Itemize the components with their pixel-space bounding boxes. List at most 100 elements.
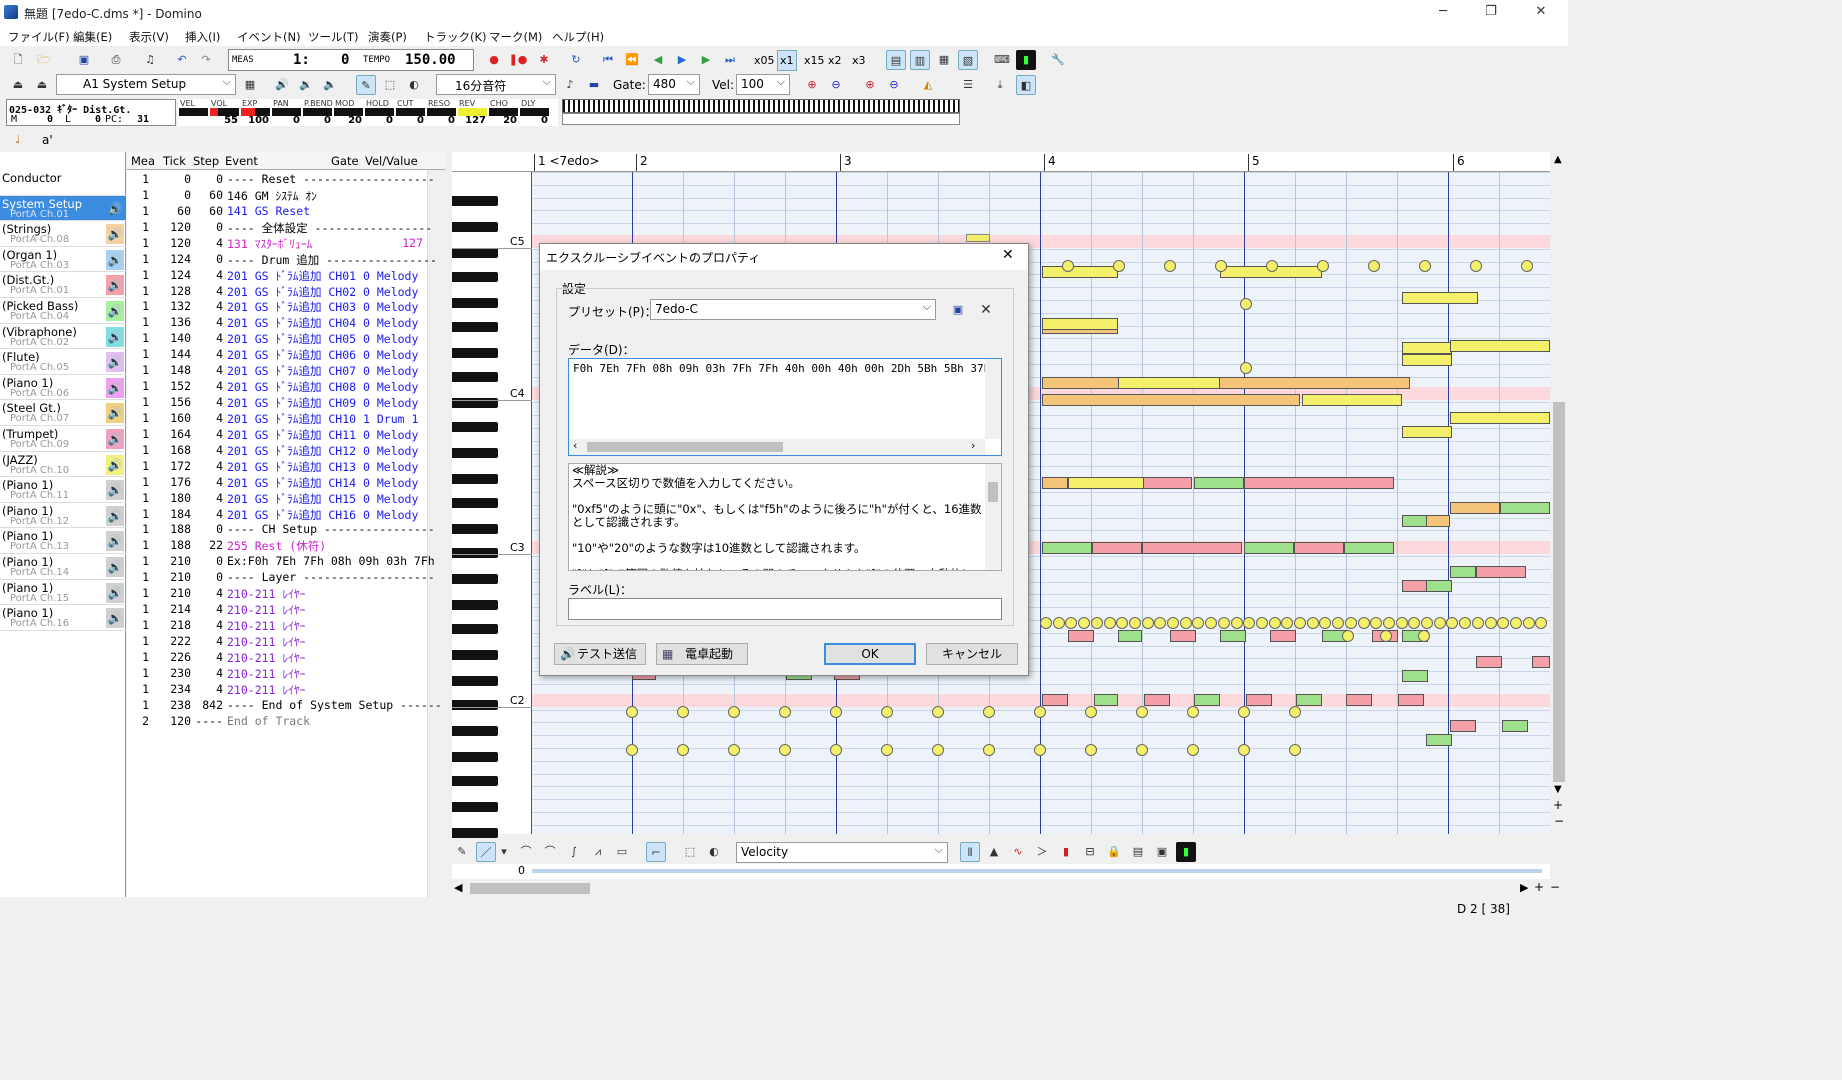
dialog-close-icon[interactable]: ✕: [1002, 247, 1014, 263]
midi-note[interactable]: [1246, 694, 1272, 706]
drum-hit[interactable]: [932, 706, 944, 718]
drum-hit[interactable]: [1289, 706, 1301, 718]
rewind-start-icon[interactable]: ⏮: [598, 50, 618, 70]
preset-save-icon[interactable]: ▣: [948, 300, 968, 320]
event-row[interactable]: 1 238 842 ---- End of System Setup ------: [127, 697, 442, 713]
triplet-icon[interactable]: ▬: [584, 75, 604, 95]
track-speaker-icon[interactable]: 🔊: [106, 198, 124, 219]
menu-play[interactable]: 演奏(P): [368, 29, 407, 45]
export-icon[interactable]: ♫: [140, 50, 160, 70]
track-speaker-icon[interactable]: 🔊: [106, 249, 124, 270]
piano-black-key[interactable]: [452, 548, 498, 558]
track-speaker-icon[interactable]: 🔊: [106, 480, 124, 501]
view-event-icon[interactable]: ▥: [910, 50, 930, 70]
drum-hit[interactable]: [1344, 617, 1357, 629]
drum-hit[interactable]: [1268, 617, 1281, 629]
midi-note[interactable]: [1170, 630, 1196, 642]
data-vscroll[interactable]: [985, 359, 1001, 439]
midi-note[interactable]: [1402, 354, 1452, 366]
drum-hit[interactable]: [1085, 706, 1097, 718]
ctrl-line-icon[interactable]: ／: [476, 842, 496, 862]
hscroll-left-icon[interactable]: ◀: [454, 881, 462, 894]
menu-help[interactable]: ヘルプ(H): [552, 29, 604, 45]
event-row[interactable]: 1 180 4 201 GS ﾄﾞﾗﾑ追加 CH15 0 Melody: [127, 490, 427, 506]
ctrl-pencil-icon[interactable]: ✎: [452, 842, 472, 862]
drum-hit[interactable]: [1154, 617, 1167, 629]
drum-hit[interactable]: [1116, 617, 1129, 629]
hscroll-thumb[interactable]: [470, 883, 590, 894]
drum-hit[interactable]: [1128, 617, 1141, 629]
piano-black-key[interactable]: [452, 422, 498, 432]
piano-black-key[interactable]: [452, 372, 498, 382]
minimize-icon[interactable]: ─: [1433, 4, 1453, 19]
event-row[interactable]: 1 214 4 210-211 ﾚｲﾔｰ: [127, 601, 427, 617]
event-row[interactable]: 1 148 4 201 GS ﾄﾞﾗﾑ追加 CH07 0 Melody: [127, 362, 427, 378]
midi-note[interactable]: [1402, 515, 1428, 527]
piano-black-key[interactable]: [452, 700, 498, 710]
speaker-mute-icon[interactable]: 🔉: [296, 75, 316, 95]
drum-hit[interactable]: [1395, 617, 1408, 629]
event-row[interactable]: 1 210 0 Ex:F0h 7Eh 7Fh 08h 09h 03h 7Fh: [127, 553, 435, 569]
drum-hit[interactable]: [1433, 617, 1446, 629]
drum-hit[interactable]: [1408, 617, 1421, 629]
drum-hit[interactable]: [1459, 617, 1472, 629]
vscroll-up-icon[interactable]: ▲: [1554, 154, 1562, 165]
drum-hit[interactable]: [1187, 706, 1199, 718]
col-gate[interactable]: Gate: [331, 154, 359, 168]
event-row[interactable]: 1 144 4 201 GS ﾄﾞﾗﾑ追加 CH06 0 Melody: [127, 346, 427, 362]
speed-x15[interactable]: x15: [804, 54, 825, 67]
midi-note[interactable]: [1302, 394, 1402, 406]
label-input[interactable]: [568, 598, 1002, 620]
midi-note[interactable]: [1402, 342, 1452, 354]
midi-note[interactable]: [1042, 266, 1118, 278]
piano-black-key[interactable]: [452, 828, 498, 838]
vscroll-thumb[interactable]: [1553, 402, 1565, 782]
menu-edit[interactable]: 編集(E): [73, 29, 112, 45]
play-icon[interactable]: ▶: [672, 50, 692, 70]
mark-icon[interactable]: ♩: [8, 130, 28, 150]
track-item[interactable]: System Setup PortA Ch.01 🔊: [0, 195, 126, 222]
midi-note[interactable]: [1402, 670, 1428, 682]
data-hscroll-thumb[interactable]: [587, 442, 783, 452]
menu-insert[interactable]: 挿入(I): [185, 29, 220, 45]
drum-hit[interactable]: [1368, 260, 1380, 272]
drum-hit[interactable]: [1078, 617, 1091, 629]
speaker-solo-icon[interactable]: 🔈: [320, 75, 340, 95]
track-item[interactable]: Conductor: [0, 170, 126, 196]
track-item[interactable]: (Piano 1) PortA Ch.16 🔊: [0, 605, 126, 631]
piano-black-key[interactable]: [452, 348, 498, 358]
track-prop-icon[interactable]: ▦: [240, 75, 260, 95]
speed-x05[interactable]: x05: [754, 54, 775, 67]
ctrl-meter-icon[interactable]: ▮: [1176, 842, 1196, 862]
event-row[interactable]: 1 168 4 201 GS ﾄﾞﾗﾑ追加 CH12 0 Melody: [127, 442, 427, 458]
event-row[interactable]: 1 124 0 ---- Drum 追加 ----------------: [127, 251, 437, 267]
drum-hit[interactable]: [983, 706, 995, 718]
speed-x2[interactable]: x2: [828, 54, 842, 67]
measure-ruler[interactable]: 1 <7edo> 2 3 4 5 6: [452, 152, 1550, 172]
event-row[interactable]: 1 160 4 201 GS ﾄﾞﾗﾑ追加 CH10 1 Drum 1: [127, 410, 427, 426]
col-mea[interactable]: Mea: [131, 154, 155, 168]
col-tick[interactable]: Tick: [163, 154, 186, 168]
piano-black-key[interactable]: [452, 322, 498, 332]
drum-hit[interactable]: [1281, 617, 1294, 629]
drum-hit[interactable]: [1255, 617, 1268, 629]
track-item[interactable]: (Piano 1) PortA Ch.13 🔊: [0, 528, 126, 554]
roll-vscrollbar[interactable]: ▲ ▼ + −: [1550, 152, 1568, 834]
track-item[interactable]: (Trumpet) PortA Ch.09 🔊: [0, 426, 126, 452]
track-speaker-icon[interactable]: 🔊: [106, 454, 124, 475]
drum-hit[interactable]: [881, 706, 893, 718]
track-item[interactable]: (Piano 1) PortA Ch.15 🔊: [0, 580, 126, 606]
vzoom-plus-icon[interactable]: +: [1553, 798, 1563, 812]
vscroll-down-icon[interactable]: ▼: [1554, 784, 1562, 795]
track-speaker-icon[interactable]: 🔊: [106, 582, 124, 603]
piano-black-key[interactable]: [452, 676, 498, 686]
ctrl-line-dropdown-icon[interactable]: ▾: [498, 842, 510, 862]
drum-hit[interactable]: [626, 706, 638, 718]
event-row[interactable]: 1 226 4 210-211 ﾚｲﾔｰ: [127, 649, 427, 665]
menu-mark[interactable]: マーク(M): [489, 29, 542, 45]
midi-note[interactable]: [1344, 542, 1394, 554]
data-hscroll-right-icon[interactable]: ›: [971, 439, 975, 452]
drum-hit[interactable]: [1484, 617, 1497, 629]
midi-note[interactable]: [1220, 630, 1246, 642]
event-row[interactable]: 1 136 4 201 GS ﾄﾞﾗﾑ追加 CH04 0 Melody: [127, 314, 427, 330]
